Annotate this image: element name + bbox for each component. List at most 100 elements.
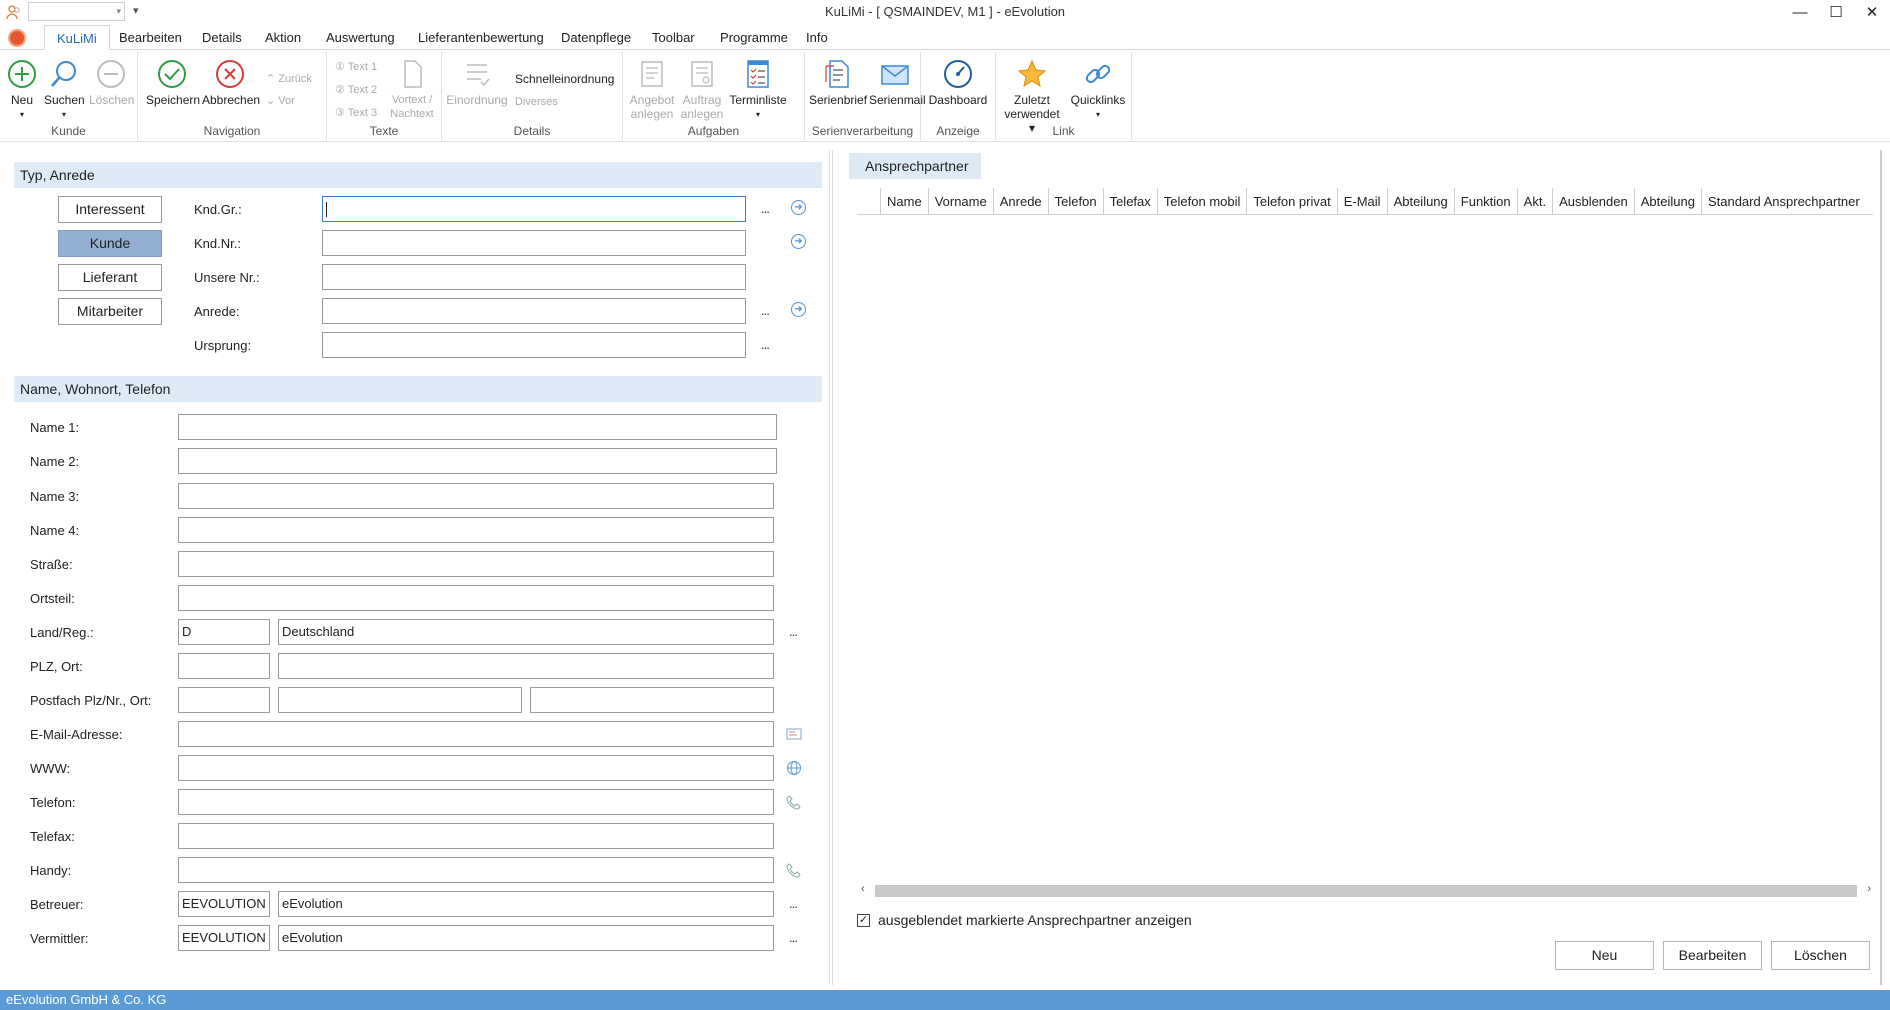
vermittler-browse-button[interactable]: ... bbox=[789, 930, 798, 945]
vor-button[interactable]: ⌄ Vor bbox=[266, 94, 295, 108]
contacts-horizontal-scrollbar[interactable]: ‹ › bbox=[859, 882, 1873, 899]
ursprung-browse-button[interactable]: ... bbox=[761, 337, 770, 352]
terminliste-button[interactable]: Terminliste ▾ bbox=[727, 58, 789, 122]
loeschen-ribbon-button[interactable]: Löschen bbox=[89, 58, 134, 107]
contact-bearbeiten-button[interactable]: Bearbeiten bbox=[1663, 941, 1762, 970]
ort-field[interactable] bbox=[278, 653, 774, 679]
anrede-field[interactable] bbox=[322, 298, 746, 324]
column-header-funktion[interactable]: Funktion bbox=[1455, 188, 1518, 214]
kndgr-browse-button[interactable]: ... bbox=[761, 201, 770, 216]
maximize-button[interactable]: ☐ bbox=[1818, 0, 1854, 24]
betreuer-name-field[interactable]: eEvolution bbox=[278, 891, 774, 917]
tab-kulimi[interactable]: KuLiMi bbox=[44, 25, 110, 50]
tab-auswertung[interactable]: Auswertung bbox=[314, 25, 407, 50]
scroll-right-icon[interactable]: › bbox=[1867, 883, 1871, 895]
ursprung-field[interactable] bbox=[322, 332, 746, 358]
unsere-nr-field[interactable] bbox=[322, 264, 746, 290]
schnelleinordnung-button[interactable]: Schnelleinordnung bbox=[515, 72, 614, 86]
tab-programme[interactable]: Programme bbox=[708, 25, 800, 50]
phone-icon[interactable] bbox=[786, 862, 802, 878]
text1-button[interactable]: ① Text 1 bbox=[335, 60, 377, 74]
column-header-telefon-mobil[interactable]: Telefon mobil bbox=[1158, 188, 1248, 214]
suchen-button[interactable]: Suchen ▾ bbox=[44, 58, 85, 122]
column-header-standard-ansprechpartner[interactable]: Standard Ansprechpartner bbox=[1702, 188, 1866, 214]
diverses-button[interactable]: Diverses bbox=[515, 95, 558, 109]
contact-loeschen-button[interactable]: Löschen bbox=[1771, 941, 1870, 970]
betreuer-browse-button[interactable]: ... bbox=[789, 896, 798, 911]
www-field[interactable] bbox=[178, 755, 774, 781]
tab-aktion[interactable]: Aktion bbox=[253, 25, 313, 50]
land-browse-button[interactable]: ... bbox=[789, 624, 798, 639]
column-header-abteilung-2[interactable]: Abteilung bbox=[1635, 188, 1702, 214]
strasse-field[interactable] bbox=[178, 551, 774, 577]
kndgr-goto-icon[interactable]: ➜ bbox=[791, 200, 806, 215]
type-mitarbeiter-button[interactable]: Mitarbeiter bbox=[58, 298, 162, 325]
phone-icon[interactable] bbox=[786, 794, 802, 810]
column-header-akt[interactable]: Akt. bbox=[1518, 188, 1554, 214]
telefon-field[interactable] bbox=[178, 789, 774, 815]
scroll-left-icon[interactable]: ‹ bbox=[861, 883, 865, 895]
auftrag-anlegen-button[interactable]: Auftrag anlegen bbox=[679, 58, 725, 121]
text3-button[interactable]: ③ Text 3 bbox=[335, 106, 377, 120]
panel-splitter[interactable] bbox=[829, 150, 833, 985]
telefax-field[interactable] bbox=[178, 823, 774, 849]
neu-button[interactable]: Neu ▾ bbox=[6, 58, 38, 122]
minimize-button[interactable]: — bbox=[1782, 0, 1818, 24]
column-header-telefax[interactable]: Telefax bbox=[1104, 188, 1158, 214]
plz-field[interactable] bbox=[178, 653, 270, 679]
land-name-field[interactable]: Deutschland bbox=[278, 619, 774, 645]
ortsteil-field[interactable] bbox=[178, 585, 774, 611]
betreuer-code-field[interactable]: EEVOLUTION bbox=[178, 891, 270, 917]
tab-datenpflege[interactable]: Datenpflege bbox=[549, 25, 643, 50]
speichern-button[interactable]: Speichern bbox=[146, 58, 200, 107]
tab-ansprechpartner[interactable]: Ansprechpartner bbox=[849, 153, 981, 179]
column-header-telefon-privat[interactable]: Telefon privat bbox=[1247, 188, 1338, 214]
quicklinks-button[interactable]: Quicklinks ▾ bbox=[1068, 58, 1128, 122]
tab-info[interactable]: Info bbox=[794, 25, 840, 50]
column-header-vorname[interactable]: Vorname bbox=[929, 188, 994, 214]
text2-button[interactable]: ② Text 2 bbox=[335, 83, 377, 97]
tab-toolbar[interactable]: Toolbar bbox=[640, 25, 707, 50]
app-menu-icon[interactable] bbox=[8, 29, 26, 47]
tab-bearbeiten[interactable]: Bearbeiten bbox=[107, 25, 194, 50]
email-compose-icon[interactable] bbox=[786, 726, 802, 742]
anrede-goto-icon[interactable]: ➜ bbox=[791, 302, 806, 317]
vermittler-code-field[interactable]: EEVOLUTION bbox=[178, 925, 270, 951]
contact-neu-button[interactable]: Neu bbox=[1555, 941, 1654, 970]
type-kunde-button[interactable]: Kunde bbox=[58, 230, 162, 257]
zurueck-button[interactable]: ⌃ Zurück bbox=[266, 72, 312, 86]
kndnr-goto-icon[interactable]: ➜ bbox=[791, 234, 806, 249]
show-hidden-checkbox[interactable]: ✓ bbox=[857, 914, 870, 927]
postfach-nr-field[interactable] bbox=[278, 687, 522, 713]
column-header-anrede[interactable]: Anrede bbox=[994, 188, 1049, 214]
dashboard-button[interactable]: Dashboard bbox=[925, 58, 991, 107]
name1-field[interactable] bbox=[178, 414, 777, 440]
handy-field[interactable] bbox=[178, 857, 774, 883]
name2-field[interactable] bbox=[178, 448, 777, 474]
angebot-anlegen-button[interactable]: Angebot anlegen bbox=[629, 58, 675, 121]
globe-icon[interactable] bbox=[786, 760, 802, 776]
column-header-ausblenden[interactable]: Ausblenden bbox=[1553, 188, 1635, 214]
serienbrief-button[interactable]: Serienbrief bbox=[809, 58, 867, 107]
email-field[interactable] bbox=[178, 721, 774, 747]
type-lieferant-button[interactable]: Lieferant bbox=[58, 264, 162, 291]
name4-field[interactable] bbox=[178, 517, 774, 543]
name3-field[interactable] bbox=[178, 483, 774, 509]
postfach-ort-field[interactable] bbox=[530, 687, 774, 713]
kndnr-field[interactable] bbox=[322, 230, 746, 256]
vermittler-name-field[interactable]: eEvolution bbox=[278, 925, 774, 951]
vortext-nachtext-button[interactable]: Vortext / Nachtext bbox=[387, 58, 437, 121]
close-button[interactable]: ✕ bbox=[1854, 0, 1890, 24]
tab-lieferantenbewertung[interactable]: Lieferantenbewertung bbox=[406, 25, 556, 50]
column-header-abteilung[interactable]: Abteilung bbox=[1388, 188, 1455, 214]
type-interessent-button[interactable]: Interessent bbox=[58, 196, 162, 223]
kndgr-field[interactable] bbox=[322, 196, 746, 222]
serienmail-button[interactable]: Serienmail bbox=[869, 58, 926, 107]
postfach-plz-field[interactable] bbox=[178, 687, 270, 713]
column-header-name[interactable]: Name bbox=[881, 188, 929, 214]
scrollbar-thumb[interactable] bbox=[875, 885, 1857, 897]
column-header-email[interactable]: E-Mail bbox=[1338, 188, 1388, 214]
anrede-browse-button[interactable]: ... bbox=[761, 303, 770, 318]
abbrechen-button[interactable]: Abbrechen bbox=[202, 58, 260, 107]
einordnung-button[interactable]: Einordnung bbox=[446, 58, 508, 107]
